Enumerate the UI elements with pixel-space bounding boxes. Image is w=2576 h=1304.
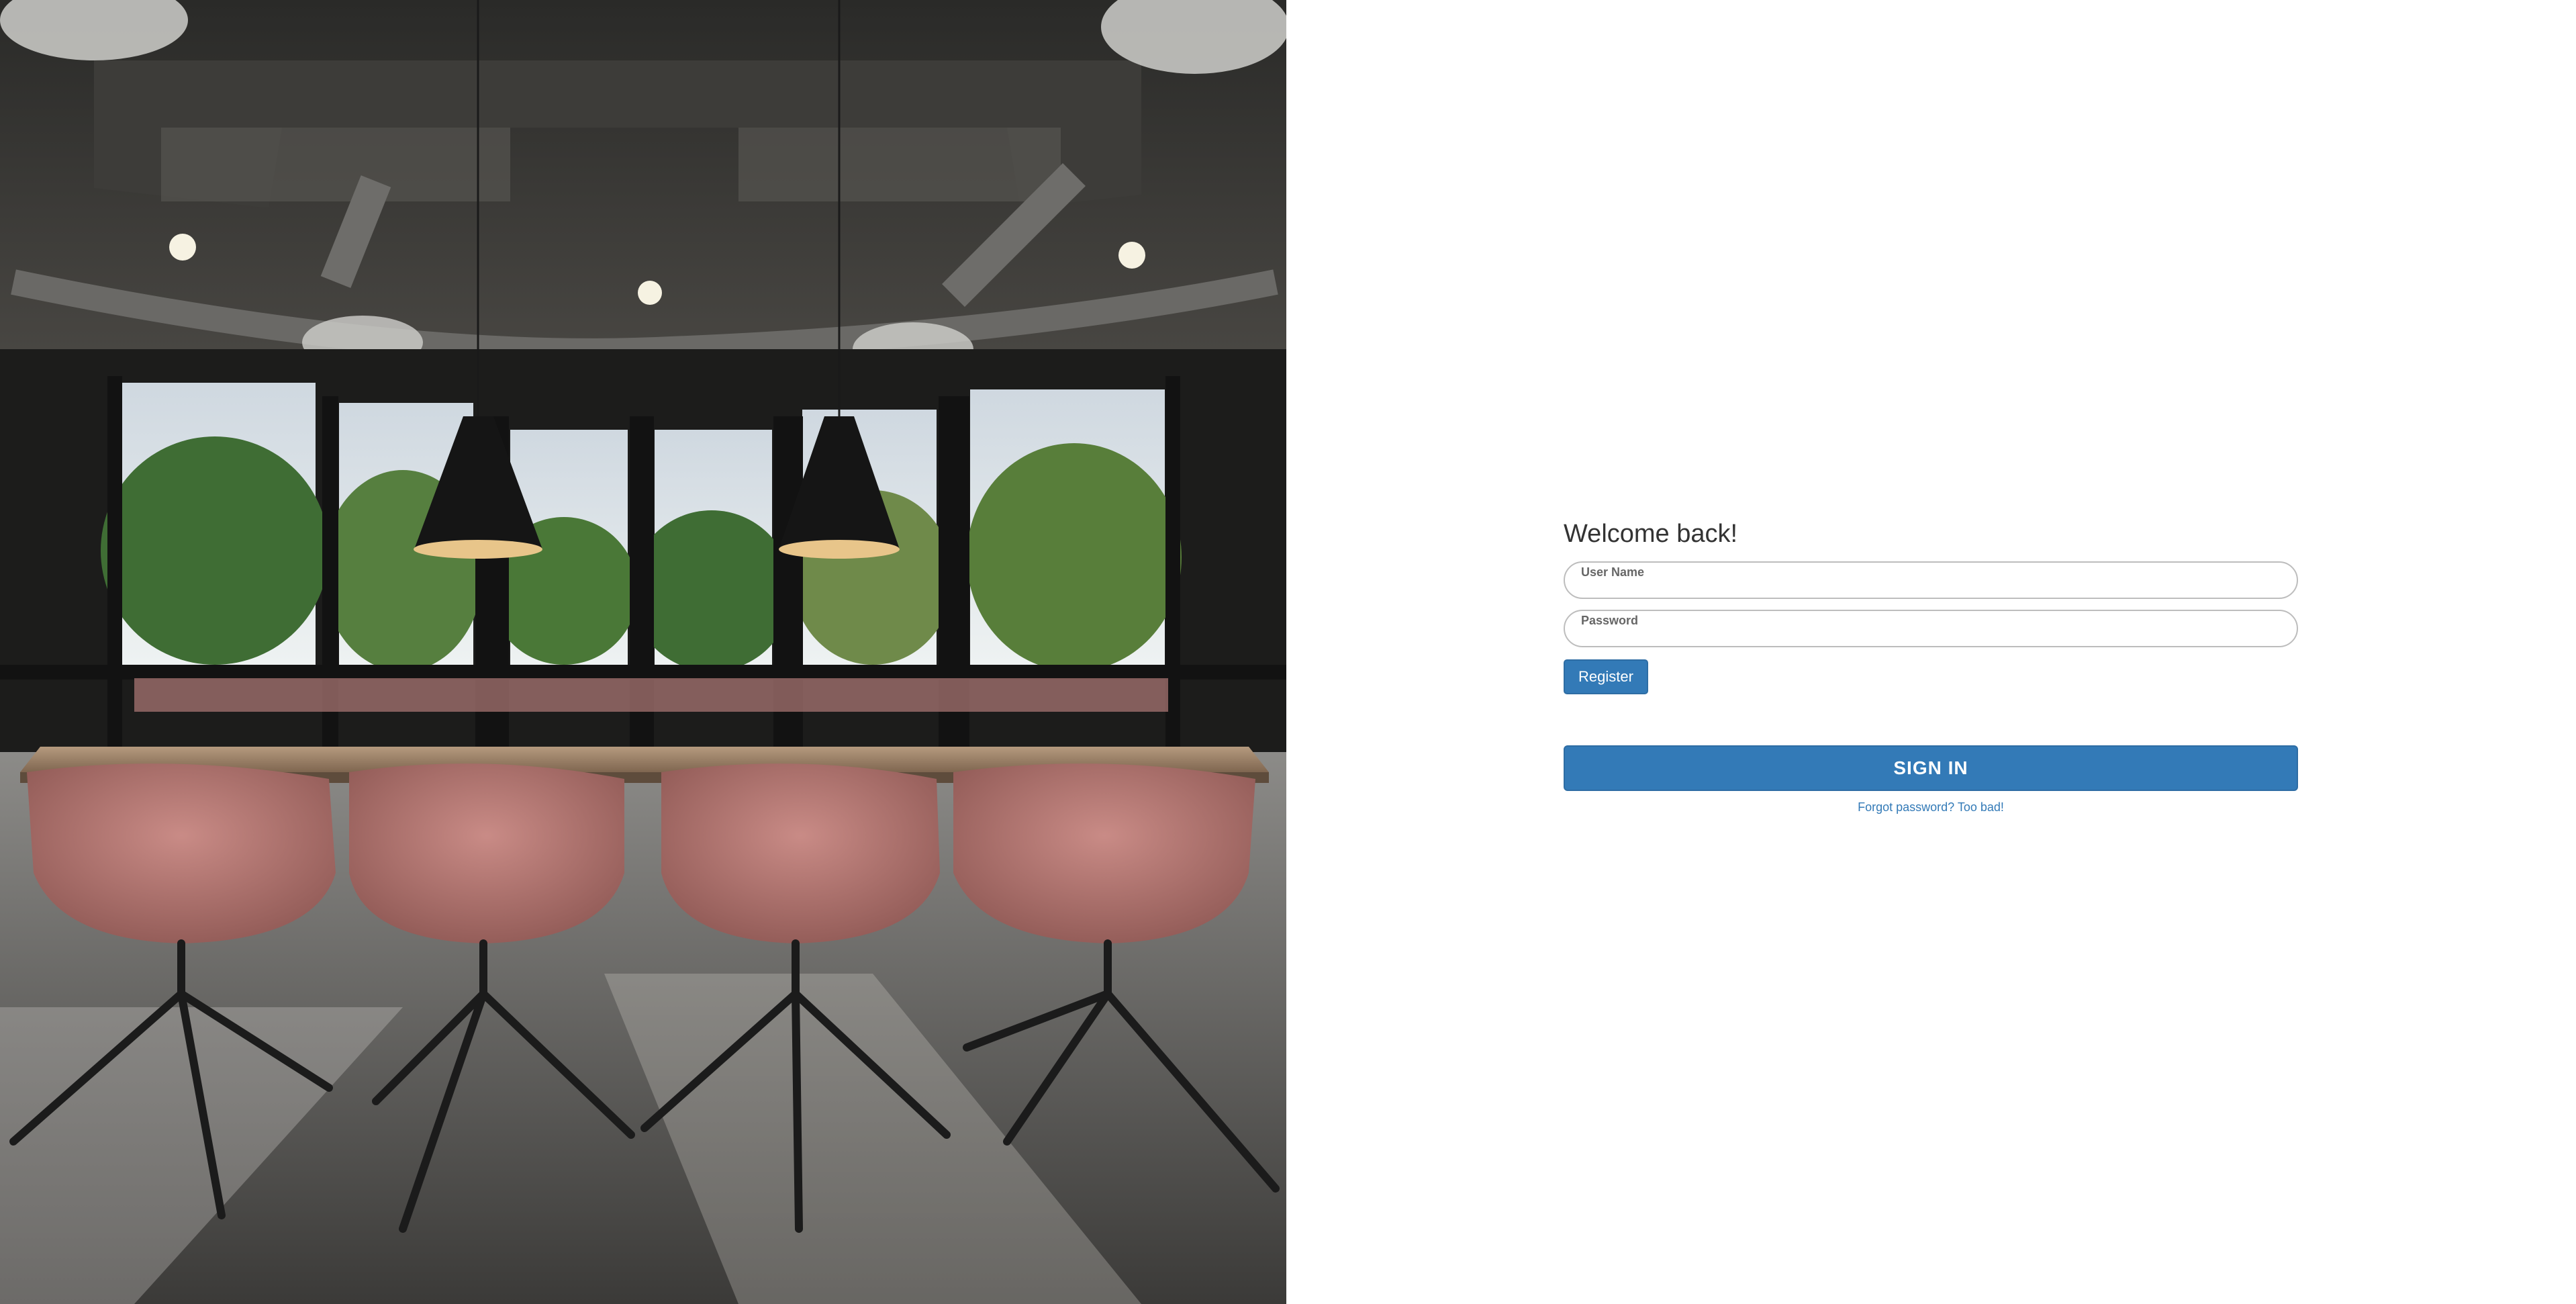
username-input[interactable]	[1580, 579, 2282, 594]
password-input[interactable]	[1580, 627, 2282, 642]
password-field[interactable]: Password	[1564, 610, 2298, 647]
welcome-heading: Welcome back!	[1564, 520, 1738, 548]
username-label: User Name	[1581, 565, 1645, 579]
register-button[interactable]: Register	[1564, 659, 1648, 694]
conference-room-photo	[0, 0, 1286, 1304]
login-page: Welcome back! User Name Password Registe…	[0, 0, 2576, 1304]
conference-room-illustration	[0, 0, 1286, 1304]
sign-in-button[interactable]: SIGN IN	[1564, 745, 2298, 791]
forgot-password-link[interactable]: Forgot password? Too bad!	[1564, 800, 2298, 814]
username-field[interactable]: User Name	[1564, 561, 2298, 599]
login-form: Welcome back! User Name Password Registe…	[1564, 518, 2298, 814]
password-label: Password	[1581, 614, 1639, 627]
login-panel: Welcome back! User Name Password Registe…	[1286, 0, 2576, 1304]
